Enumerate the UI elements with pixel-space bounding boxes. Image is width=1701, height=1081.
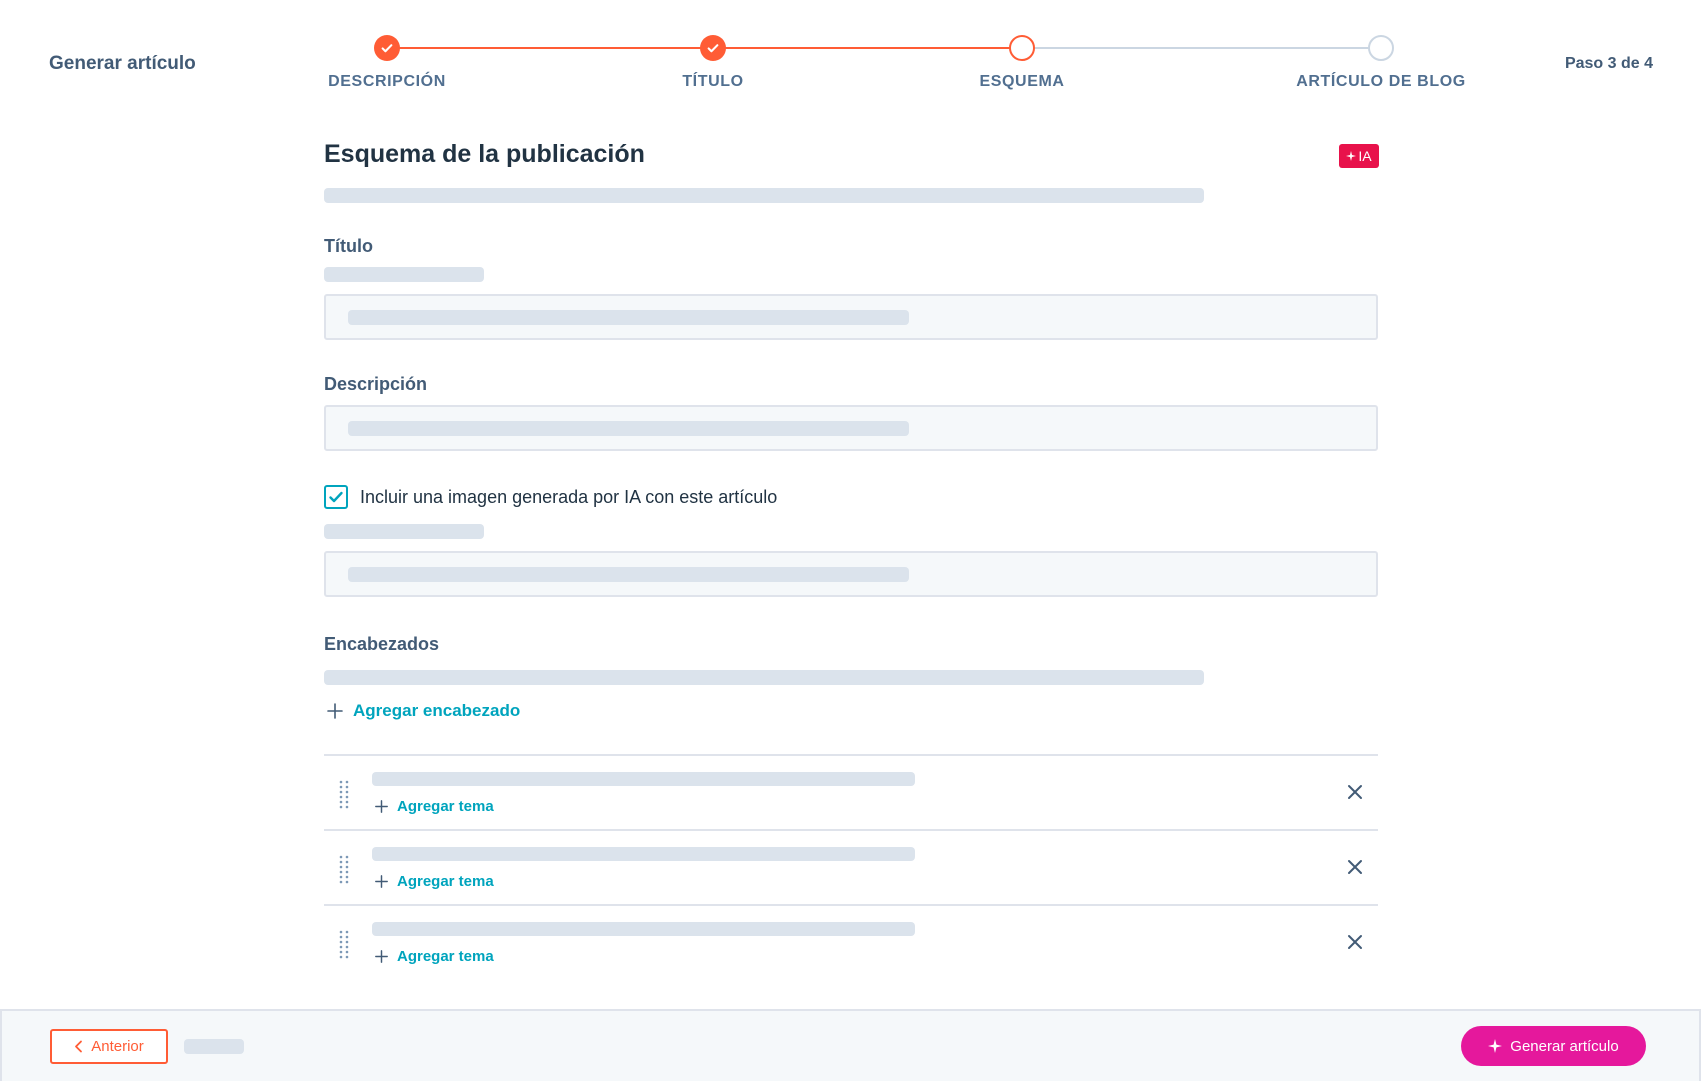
loading-placeholder [324,524,484,539]
drag-handle-icon[interactable] [339,930,349,960]
loading-placeholder [324,267,484,282]
title-label: Título [324,236,373,256]
loading-placeholder [348,310,909,325]
plus-icon [375,800,388,813]
add-topic-label[interactable]: Agregar tema [397,948,494,965]
image-prompt-input[interactable] [324,551,1378,597]
check-icon [381,44,393,53]
step-label-title[interactable]: TÍTULO [682,73,743,91]
footer-bar: Anterior Generar artículo [0,1009,1701,1081]
add-topic-button[interactable]: Agregar tema [375,873,494,890]
loading-placeholder [372,847,915,861]
heading-row: Agregar tema [324,754,1378,829]
check-icon [707,44,719,53]
plus-icon [375,875,388,888]
headings-list: Agregar tema Agregar tema Agregar tema [324,754,1378,979]
description-input[interactable] [324,405,1378,451]
add-heading-label[interactable]: Agregar encabezado [353,701,520,721]
add-topic-button[interactable]: Agregar tema [375,948,494,965]
generate-article-label[interactable]: Generar artículo [1510,1038,1618,1055]
check-icon [329,491,343,503]
ai-badge-label: IA [1358,148,1372,164]
step-connector [387,47,713,49]
heading-row: Agregar tema [324,829,1378,904]
add-topic-button[interactable]: Agregar tema [375,798,494,815]
sparkle-icon [1488,1039,1503,1053]
loading-placeholder [348,567,909,582]
loading-placeholder [324,670,1204,685]
step-connector [1022,47,1381,49]
step-label-outline: ESQUEMA [979,73,1065,90]
back-button[interactable]: Anterior [50,1029,168,1064]
close-icon[interactable] [1347,784,1363,800]
include-image-checkbox[interactable] [324,485,348,509]
generate-article-page: Generar artículo Paso 3 de 4 DESCRIPCIÓN… [0,0,1701,1081]
step-connector [713,47,1022,49]
add-heading-button[interactable]: Agregar encabezado [327,701,520,721]
close-icon[interactable] [1347,934,1363,950]
drag-handle-icon[interactable] [339,780,349,810]
back-button-label[interactable]: Anterior [91,1038,144,1055]
plus-icon [375,950,388,963]
step-dot-title[interactable] [700,35,726,61]
step-label-blog-article: ARTÍCULO DE BLOG [1296,73,1466,90]
title-input[interactable] [324,294,1378,340]
section-title: Esquema de la publicación [324,140,645,168]
close-icon[interactable] [1347,859,1363,875]
step-dot-outline [1009,35,1035,61]
add-topic-label[interactable]: Agregar tema [397,798,494,815]
generate-article-button[interactable]: Generar artículo [1461,1026,1646,1066]
chevron-left-icon [75,1040,83,1053]
add-topic-label[interactable]: Agregar tema [397,873,494,890]
description-label: Descripción [324,374,428,394]
drag-handle-icon[interactable] [339,855,349,885]
loading-placeholder [372,772,915,786]
loading-placeholder [324,188,1204,203]
loading-placeholder [348,421,909,436]
step-label-description[interactable]: DESCRIPCIÓN [328,73,446,91]
progress-stepper: DESCRIPCIÓN TÍTULO ESQUEMA ARTÍCULO DE B… [0,0,1701,100]
heading-row: Agregar tema [324,904,1378,979]
sparkle-icon [1346,151,1357,161]
loading-placeholder [372,922,915,936]
headings-label: Encabezados [324,634,440,654]
ai-badge: IA [1339,144,1379,168]
include-image-label[interactable]: Incluir una imagen generada por IA con e… [360,487,777,508]
step-dot-description[interactable] [374,35,400,61]
step-dot-blog-article [1368,35,1394,61]
include-image-option[interactable]: Incluir una imagen generada por IA con e… [324,485,777,509]
plus-icon [327,703,343,719]
loading-placeholder [184,1039,244,1054]
